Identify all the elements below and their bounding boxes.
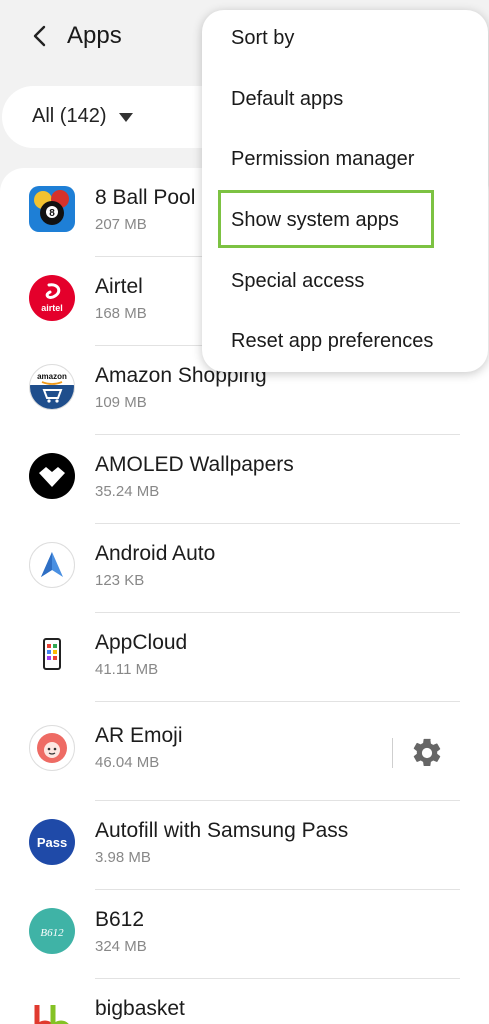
appcloud-icon [29,631,75,677]
app-size: 35.24 MB [95,483,160,500]
menu-item-label: Default apps [231,88,344,110]
b612-logo-text: B612 [40,927,64,939]
airtel-logo-text: airtel [41,303,63,313]
8-ball-pool-icon: 8 [29,186,75,232]
dropdown-caret-icon [119,113,133,122]
menu-item-label: Sort by [231,27,295,49]
back-arrow-icon [33,25,46,47]
airtel-icon: airtel [29,275,75,321]
menu-item-reset-app-preferences[interactable]: Reset app preferences [202,313,488,373]
app-name: Android Auto [95,542,216,565]
app-size: 46.04 MB [95,754,160,771]
menu-item-label: Permission manager [231,148,415,170]
menu-item-default-apps[interactable]: Default apps [202,71,488,131]
app-name: B612 [95,908,145,931]
app-size: 168 MB [95,305,147,322]
app-size: 324 MB [95,938,147,955]
bigbasket-icon [29,997,75,1024]
android-auto-icon [29,542,75,588]
back-button[interactable] [26,22,52,50]
app-name: bigbasket [95,997,185,1020]
menu-item-sort-by[interactable]: Sort by [202,10,488,70]
app-name: Autofill with Samsung Pass [95,819,349,842]
app-name: Airtel [95,275,143,298]
amoled-icon [29,453,75,499]
app-size: 207 MB [95,216,147,233]
svg-text:8: 8 [49,208,55,219]
b612-icon: B612 [29,908,75,954]
amazon-icon: amazon [29,364,75,410]
app-name: AMOLED Wallpapers [95,453,294,476]
settings-gear-button[interactable] [410,736,444,770]
vertical-separator [392,738,393,768]
page-title: Apps [67,22,122,49]
list-item[interactable]: AMOLED Wallpapers 35.24 MB [0,435,489,524]
list-item[interactable]: B612 B612 324 MB [0,890,489,979]
list-item[interactable]: AppCloud 41.11 MB [0,613,489,702]
menu-item-permission-manager[interactable]: Permission manager [202,131,488,191]
list-item[interactable]: Android Auto 123 KB [0,524,489,613]
pass-logo-text: Pass [37,835,67,850]
app-size: 109 MB [95,394,147,411]
app-size: 123 KB [95,572,145,589]
filter-label: All (142) [32,105,107,127]
menu-item-label: Show system apps [231,209,399,231]
gear-icon [413,738,441,767]
overflow-menu: Sort by Default apps Permission manager … [202,10,488,372]
app-name: AR Emoji [95,724,183,747]
menu-item-label: Special access [231,270,365,292]
app-name: AppCloud [95,631,188,654]
samsung-pass-icon: Pass [29,819,75,865]
menu-item-special-access[interactable]: Special access [202,253,488,313]
list-item[interactable]: bigbasket [0,979,489,1024]
app-size: 41.11 MB [95,661,159,678]
app-name: 8 Ball Pool [95,186,196,209]
menu-item-show-system-apps[interactable]: Show system apps [202,192,488,252]
amazon-logo-text: amazon [37,372,67,381]
list-item[interactable]: Pass Autofill with Samsung Pass 3.98 MB [0,801,489,890]
ar-emoji-icon [29,725,75,771]
app-size: 3.98 MB [95,849,151,866]
menu-item-label: Reset app preferences [231,330,434,352]
list-item[interactable]: AR Emoji 46.04 MB [0,702,489,801]
